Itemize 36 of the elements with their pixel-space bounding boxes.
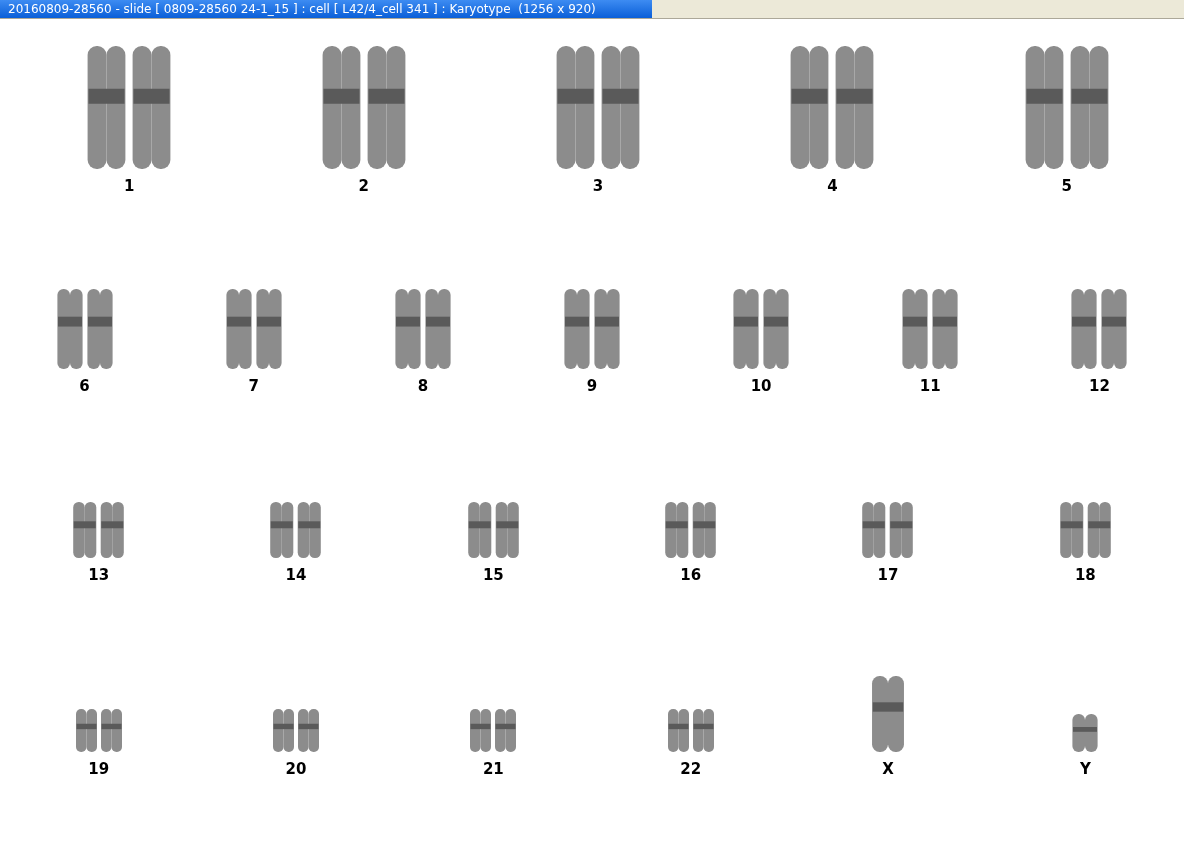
chromosome-number: 16	[680, 567, 702, 583]
chromosome-number: 17	[877, 567, 899, 583]
chromosome-number: 5	[1061, 178, 1072, 194]
chromosome-number: 13	[88, 567, 110, 583]
chromosome-number: 4	[827, 178, 838, 194]
chromosome-number: 8	[417, 378, 429, 394]
chromosome-number: 7	[248, 378, 259, 394]
chromosome-pair-drawing	[1057, 501, 1113, 559]
chromosome-number: 21	[482, 761, 504, 777]
chromosome-number: X	[882, 761, 894, 777]
chromosome-number: Y	[1079, 761, 1091, 777]
chromosome-number: 19	[88, 761, 110, 777]
chromosome-number: 9	[586, 378, 598, 394]
chromosome-pair-drawing	[73, 708, 124, 753]
chromosome-pair-drawing	[271, 708, 321, 753]
chromosome-number: 15	[482, 567, 504, 583]
chromosome-number: 10	[750, 378, 772, 394]
chromosome-pair-drawing	[71, 501, 127, 559]
window-title: 20160809-28560 - slide [ 0809-28560 24-1_15 ] : cell [ L42/4_cell 341 ] : Karyotype (1256 x 920)	[0, 0, 652, 18]
chromosome-number: 11	[919, 378, 941, 394]
chromosome-number: 2	[358, 178, 369, 194]
chromosome-number: 12	[1088, 378, 1110, 394]
chromosome-pair-drawing	[665, 708, 716, 753]
chromosome-pair-drawing	[465, 501, 521, 559]
chromosome-pair-drawing	[860, 501, 916, 559]
chromosome-number: 18	[1074, 567, 1096, 583]
chromosome-pair-drawing	[663, 501, 719, 559]
chromosome-number: 22	[680, 761, 702, 777]
chromosome-drawing	[1070, 713, 1101, 753]
chromosome-number: 6	[79, 378, 90, 394]
chromosome-pair-drawing	[468, 708, 519, 753]
chromosome-number: 1	[123, 178, 135, 194]
chromosome-number: 20	[285, 761, 307, 777]
chromosome-pair-drawing	[268, 501, 324, 559]
chromosome-number: 3	[592, 178, 604, 194]
chromosome-number: 14	[285, 567, 307, 583]
